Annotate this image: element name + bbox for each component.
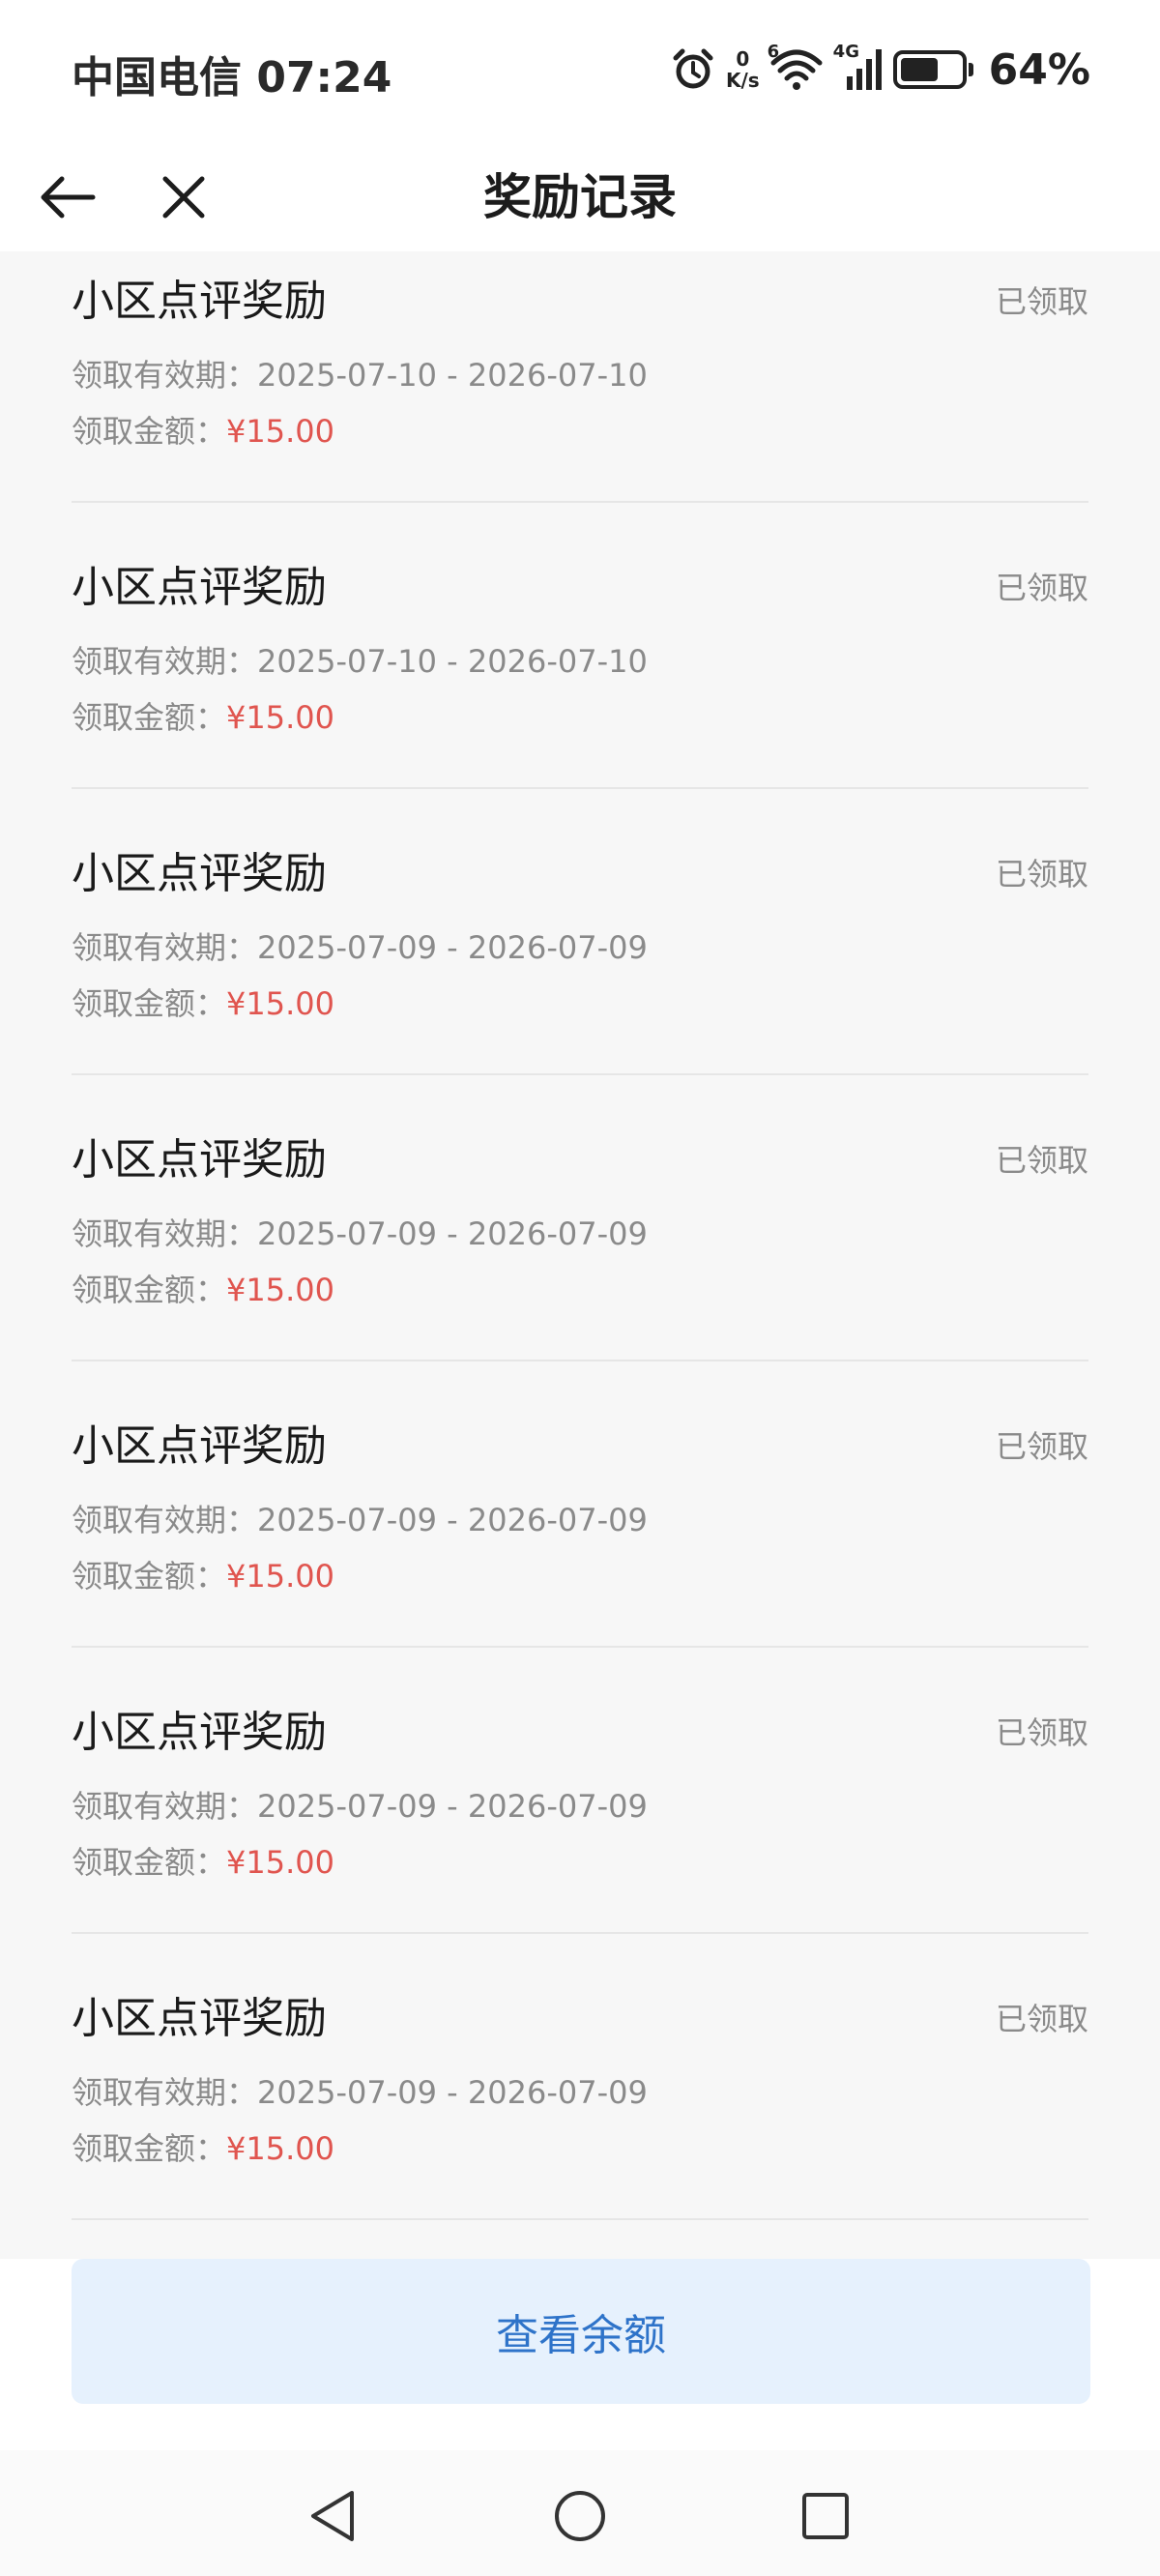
amount-value: ¥15.00 [226,985,334,1022]
record-item: 小区点评奖励 已领取 领取有效期：2025-07-09 - 2026-07-09 领取… [72,1648,1088,1934]
validity-value: 2025-07-09 - 2026-07-09 [257,929,648,966]
record-item: 小区点评奖励 已领取 领取有效期：2025-07-09 - 2026-07-09 领取… [72,1934,1088,2220]
system-home-button[interactable] [543,2479,617,2553]
amount-label: 领取金额： [72,1558,227,1595]
system-navigation-bar [0,2450,1160,2576]
validity-value: 2025-07-10 - 2026-07-10 [257,643,648,680]
status-icons: 0 K/s 6 4G 64% [670,41,1090,99]
record-validity: 领取有效期：2025-07-09 - 2026-07-09 [72,1215,648,1253]
amount-label: 领取金额： [72,1272,227,1308]
validity-value: 2025-07-10 - 2026-07-10 [257,357,648,394]
cellular-signal-icon: 4G [833,42,884,92]
carrier-name: 中国电信 [72,53,242,102]
validity-label: 领取有效期： [72,1788,258,1825]
nav-bar: 奖励记录 [0,143,1160,251]
validity-label: 领取有效期： [72,2074,258,2111]
amount-label: 领取金额： [72,985,227,1022]
amount-label: 领取金额： [72,1844,227,1881]
validity-value: 2025-07-09 - 2026-07-09 [257,2074,648,2111]
record-item: 小区点评奖励 已领取 领取有效期：2025-07-09 - 2026-07-09 领取… [72,1361,1088,1648]
record-item: 小区点评奖励 已领取 领取有效期：2025-07-09 - 2026-07-09 领取… [72,789,1088,1075]
record-amount: 领取金额：¥15.00 [72,698,334,737]
amount-value: ¥15.00 [226,1844,334,1881]
battery-fill [900,58,939,81]
record-title: 小区点评奖励 [72,277,327,326]
record-title: 小区点评奖励 [72,563,327,612]
validity-label: 领取有效期： [72,643,258,680]
record-validity: 领取有效期：2025-07-10 - 2026-07-10 [72,356,648,395]
reward-record-list[interactable]: 小区点评奖励 已领取 领取有效期：2025-07-10 - 2026-07-10 领取… [0,251,1160,2259]
square-recents-icon [802,2493,849,2539]
record-status: 已领取 [995,1714,1088,1751]
record-amount: 领取金额：¥15.00 [72,984,334,1023]
amount-value: ¥15.00 [226,2130,334,2167]
record-item: 小区点评奖励 已领取 领取有效期：2025-07-09 - 2026-07-09 领取… [72,1075,1088,1361]
record-status: 已领取 [995,570,1088,606]
record-validity: 领取有效期：2025-07-09 - 2026-07-09 [72,1787,648,1826]
system-back-button[interactable] [296,2479,369,2553]
record-item: 小区点评奖励 已领取 领取有效期：2025-07-10 - 2026-07-10 领取… [72,503,1088,789]
record-status: 已领取 [995,1428,1088,1465]
validity-label: 领取有效期： [72,929,258,966]
triangle-back-icon [311,2491,354,2541]
amount-value: ¥15.00 [226,413,334,450]
record-title: 小区点评奖励 [72,849,327,898]
circle-home-icon [555,2491,605,2541]
record-amount: 领取金额：¥15.00 [72,2129,334,2168]
amount-label: 领取金额： [72,413,227,450]
page-title: 奖励记录 [483,169,677,225]
record-title: 小区点评奖励 [72,1708,327,1757]
validity-value: 2025-07-09 - 2026-07-09 [257,1215,648,1252]
amount-value: ¥15.00 [226,1558,334,1595]
amount-label: 领取金额： [72,2130,227,2167]
cellular-label: 4G [832,42,859,62]
amount-value: ¥15.00 [226,699,334,736]
net-speed-unit: K/s [725,69,760,92]
wifi-badge: 6 [767,42,780,62]
record-title: 小区点评奖励 [72,1421,327,1471]
record-amount: 领取金额：¥15.00 [72,1843,334,1882]
wifi-icon: 6 [768,42,824,92]
alarm-icon [670,46,716,93]
record-title: 小区点评奖励 [72,1135,327,1185]
record-amount: 领取金额：¥15.00 [72,1271,334,1309]
system-recents-button[interactable] [789,2479,862,2553]
record-validity: 领取有效期：2025-07-10 - 2026-07-10 [72,642,648,681]
battery-percent: 64% [988,44,1090,95]
record-item: 小区点评奖励 已领取 领取有效期：2025-07-10 - 2026-07-10 领取… [72,251,1088,503]
record-amount: 领取金额：¥15.00 [72,412,334,451]
battery-icon [892,50,973,89]
amount-value: ¥15.00 [226,1272,334,1308]
record-status: 已领取 [995,283,1088,320]
record-status: 已领取 [995,856,1088,893]
validity-value: 2025-07-09 - 2026-07-09 [257,1788,648,1825]
validity-label: 领取有效期： [72,357,258,394]
record-validity: 领取有效期：2025-07-09 - 2026-07-09 [72,1501,648,1539]
carrier-time: 中国电信 07:24 [72,43,392,104]
amount-label: 领取金额： [72,699,227,736]
record-amount: 领取金额：¥15.00 [72,1557,334,1595]
validity-label: 领取有效期： [72,1215,258,1252]
record-title: 小区点评奖励 [72,1994,327,2043]
net-speed-value: 0 [736,47,750,71]
validity-value: 2025-07-09 - 2026-07-09 [257,1502,648,1538]
net-speed: 0 K/s [726,48,760,91]
validity-label: 领取有效期： [72,1502,258,1538]
view-balance-button[interactable]: 查看余额 [72,2259,1090,2404]
clock-time: 07:24 [256,53,392,102]
record-list-content: 小区点评奖励 已领取 领取有效期：2025-07-10 - 2026-07-10 领取… [0,251,1160,2220]
record-status: 已领取 [995,2001,1088,2037]
bottom-area: 查看余额 [0,2259,1160,2576]
record-validity: 领取有效期：2025-07-09 - 2026-07-09 [72,2073,648,2112]
record-status: 已领取 [995,1142,1088,1179]
status-bar: 中国电信 07:24 0 K/s 6 4G 64% [0,0,1160,143]
record-validity: 领取有效期：2025-07-09 - 2026-07-09 [72,928,648,967]
